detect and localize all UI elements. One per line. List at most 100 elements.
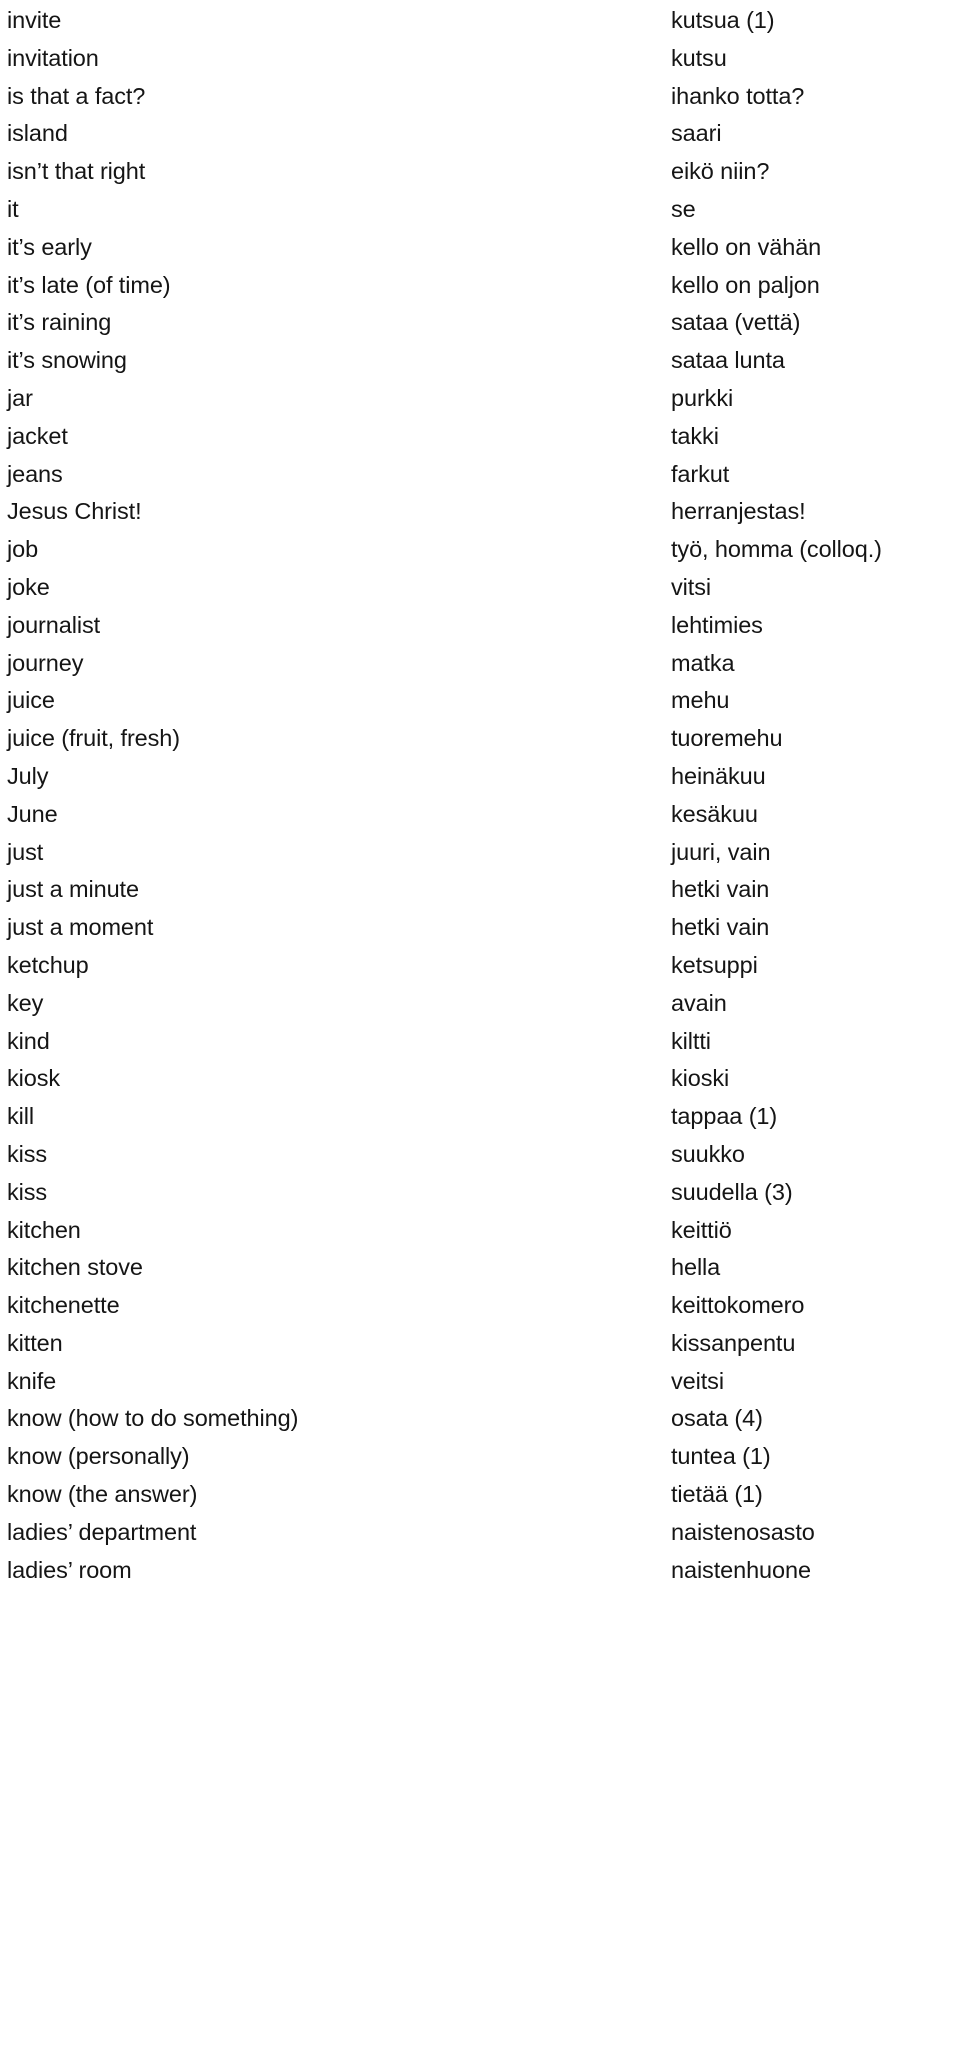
finnish-term: osata (4) [671, 1405, 763, 1432]
glossary-entry-row: kiosk kioski [0, 1060, 960, 1098]
finnish-term: sataa lunta [671, 347, 785, 374]
glossary-entry-row: kind kiltti [0, 1023, 960, 1061]
glossary-entry-row: journalist lehtimies [0, 607, 960, 645]
glossary-entry-row: it’s snowing sataa lunta [0, 342, 960, 380]
finnish-term: tuntea (1) [671, 1443, 771, 1470]
english-term: invitation [7, 44, 99, 71]
english-term: Jesus Christ! [7, 498, 142, 525]
finnish-term: naistenhuone [671, 1556, 811, 1583]
glossary-entry-row: know (personally) tuntea (1) [0, 1438, 960, 1476]
glossary-entry-row: ketchup ketsuppi [0, 947, 960, 985]
finnish-term: matka [671, 649, 735, 676]
glossary-entry-row: just juuri, vain [0, 834, 960, 872]
finnish-term: kutsu [671, 44, 727, 71]
finnish-term: keittiö [671, 1216, 732, 1243]
finnish-term: farkut [671, 460, 730, 487]
english-term: kitchen stove [7, 1254, 143, 1281]
glossary-entry-row: jar purkki [0, 380, 960, 418]
glossary-entry-row: job työ, homma (colloq.) [0, 531, 960, 569]
english-term: kiss [7, 1140, 48, 1167]
glossary-entry-row: isn’t that right eikö niin? [0, 153, 960, 191]
glossary-entry-row: kitten kissanpentu [0, 1325, 960, 1363]
english-term: jar [7, 384, 33, 411]
english-term: job [7, 536, 39, 563]
english-term: kind [7, 1027, 50, 1054]
english-term: it’s raining [7, 309, 112, 336]
glossary-page: invite kutsua (1) invitation kutsu is that a… [0, 0, 960, 2065]
glossary-entry-row: key avain [0, 985, 960, 1023]
finnish-term: suukko [671, 1140, 745, 1167]
english-term: journalist [7, 611, 101, 638]
finnish-term: hetki vain [671, 876, 770, 903]
english-term: invite [7, 7, 62, 33]
english-term: July [7, 762, 49, 789]
glossary-entry-row: invitation kutsu [0, 40, 960, 78]
finnish-term: vitsi [671, 573, 711, 600]
english-term: jeans [7, 460, 63, 487]
english-term: it’s snowing [7, 347, 127, 374]
english-term: kill [7, 1103, 35, 1130]
english-term: is that a fact? [7, 82, 146, 109]
english-term: jacket [7, 422, 68, 449]
english-term: June [7, 800, 58, 827]
english-term: it’s late (of time) [7, 271, 171, 298]
glossary-entry-row: juice (fruit, fresh) tuoremehu [0, 720, 960, 758]
finnish-term: kioski [671, 1065, 730, 1092]
glossary-entry-row: know (the answer) tietää (1) [0, 1476, 960, 1514]
glossary-entry-row: June kesäkuu [0, 796, 960, 834]
english-term: isn’t that right [7, 158, 146, 185]
finnish-term: naistenosasto [671, 1518, 815, 1545]
english-term: ketchup [7, 951, 89, 978]
english-term: island [7, 120, 68, 147]
english-term: joke [7, 573, 50, 600]
glossary-entry-row: it se [0, 191, 960, 229]
english-term: juice [7, 687, 55, 714]
finnish-term: kesäkuu [671, 800, 758, 827]
english-term: just [7, 838, 44, 865]
finnish-term: se [671, 195, 696, 222]
finnish-term: keittokomero [671, 1292, 805, 1319]
english-term: know (how to do something) [7, 1405, 299, 1432]
glossary-entry-row: invite kutsua (1) [0, 2, 960, 40]
english-term: journey [7, 649, 84, 676]
finnish-term: kello on vähän [671, 233, 822, 260]
glossary-entry-row: jeans farkut [0, 456, 960, 494]
glossary-entry-row: is that a fact? ihanko totta? [0, 78, 960, 116]
finnish-term: tuoremehu [671, 725, 783, 752]
finnish-term: eikö niin? [671, 158, 770, 185]
finnish-term: kutsua (1) [671, 7, 775, 33]
english-term: just a moment [7, 914, 154, 941]
finnish-term: suudella (3) [671, 1178, 793, 1205]
glossary-entry-row: know (how to do something) osata (4) [0, 1400, 960, 1438]
glossary-entry-row: island saari [0, 115, 960, 153]
glossary-entry-row: jacket takki [0, 418, 960, 456]
finnish-term: kello on paljon [671, 271, 820, 298]
finnish-term: kissanpentu [671, 1329, 796, 1356]
english-term: it’s early [7, 233, 92, 260]
glossary-entry-row: kiss suukko [0, 1136, 960, 1174]
finnish-term: heinäkuu [671, 762, 766, 789]
finnish-term: ihanko totta? [671, 82, 805, 109]
glossary-entry-row: kitchen stove hella [0, 1249, 960, 1287]
english-term: know (personally) [7, 1443, 190, 1470]
finnish-term: tappaa (1) [671, 1103, 778, 1130]
finnish-term: hella [671, 1254, 721, 1281]
glossary-entry-row: juice mehu [0, 682, 960, 720]
glossary-entry-row: kiss suudella (3) [0, 1174, 960, 1212]
glossary-entry-row: kill tappaa (1) [0, 1098, 960, 1136]
english-term: kitchenette [7, 1292, 120, 1319]
glossary-entry-row: journey matka [0, 645, 960, 683]
finnish-term: takki [671, 422, 719, 449]
english-term: ladies’ room [7, 1556, 132, 1583]
finnish-term: veitsi [671, 1367, 724, 1394]
glossary-entry-row: kitchenette keittokomero [0, 1287, 960, 1325]
english-term: juice (fruit, fresh) [7, 725, 180, 752]
finnish-term: purkki [671, 384, 734, 411]
english-term: know (the answer) [7, 1481, 198, 1508]
english-term: knife [7, 1367, 57, 1394]
finnish-term: kiltti [671, 1027, 711, 1054]
glossary-entry-row: joke vitsi [0, 569, 960, 607]
glossary-entry-row: it’s late (of time) kello on paljon [0, 267, 960, 305]
glossary-entry-row: it’s early kello on vähän [0, 229, 960, 267]
finnish-term: työ, homma (colloq.) [671, 536, 882, 563]
